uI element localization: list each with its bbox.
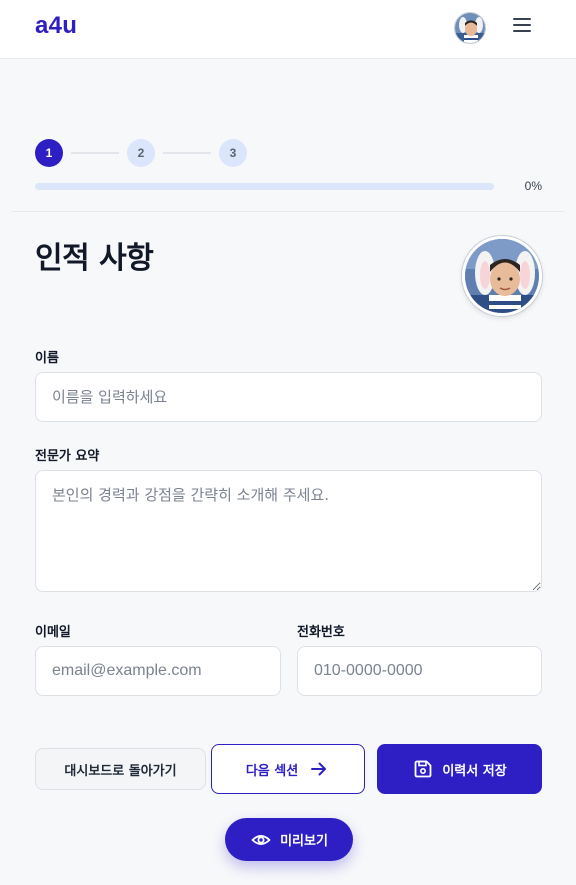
phone-label: 전화번호 [297, 625, 345, 640]
email-label: 이메일 [35, 625, 71, 640]
user-avatar[interactable] [454, 12, 486, 44]
progress-percent: 0% [524, 179, 542, 193]
brand-logo[interactable]: a4u [35, 12, 77, 40]
arrow-right-icon [308, 758, 330, 780]
email-input[interactable] [35, 646, 281, 696]
avatar-photo-icon [455, 13, 485, 43]
next-section-button[interactable]: 다음 섹션 [211, 744, 365, 794]
section-stepper: 1 2 3 [35, 139, 255, 167]
next-section-label: 다음 섹션 [245, 763, 299, 779]
back-to-dashboard-label: 대시보드로 돌아가기 [64, 763, 177, 779]
save-resume-button[interactable]: 이력서 저장 [377, 744, 542, 794]
phone-input[interactable] [297, 646, 542, 696]
page-title: 인적 사항 [35, 241, 154, 276]
step-2[interactable]: 2 [127, 139, 155, 167]
section-divider [12, 211, 564, 212]
preview-label: 미리보기 [280, 834, 328, 849]
step-connector [71, 152, 119, 154]
hamburger-menu-icon[interactable] [508, 14, 536, 36]
profile-photo-icon [465, 239, 539, 313]
back-to-dashboard-button[interactable]: 대시보드로 돌아가기 [35, 748, 206, 790]
profile-photo[interactable] [462, 236, 542, 316]
step-3[interactable]: 3 [219, 139, 247, 167]
top-navbar: a4u [0, 0, 576, 59]
summary-label: 전문가 요약 [35, 449, 100, 464]
name-label: 이름 [35, 351, 59, 366]
floppy-disk-icon [412, 758, 434, 780]
step-1[interactable]: 1 [35, 139, 63, 167]
name-input[interactable] [35, 372, 542, 422]
progress-bar [35, 183, 494, 190]
preview-button[interactable]: 미리보기 [225, 818, 353, 861]
eye-icon [250, 829, 272, 851]
summary-textarea[interactable] [35, 470, 542, 592]
step-connector [163, 152, 211, 154]
save-resume-label: 이력서 저장 [442, 763, 507, 779]
